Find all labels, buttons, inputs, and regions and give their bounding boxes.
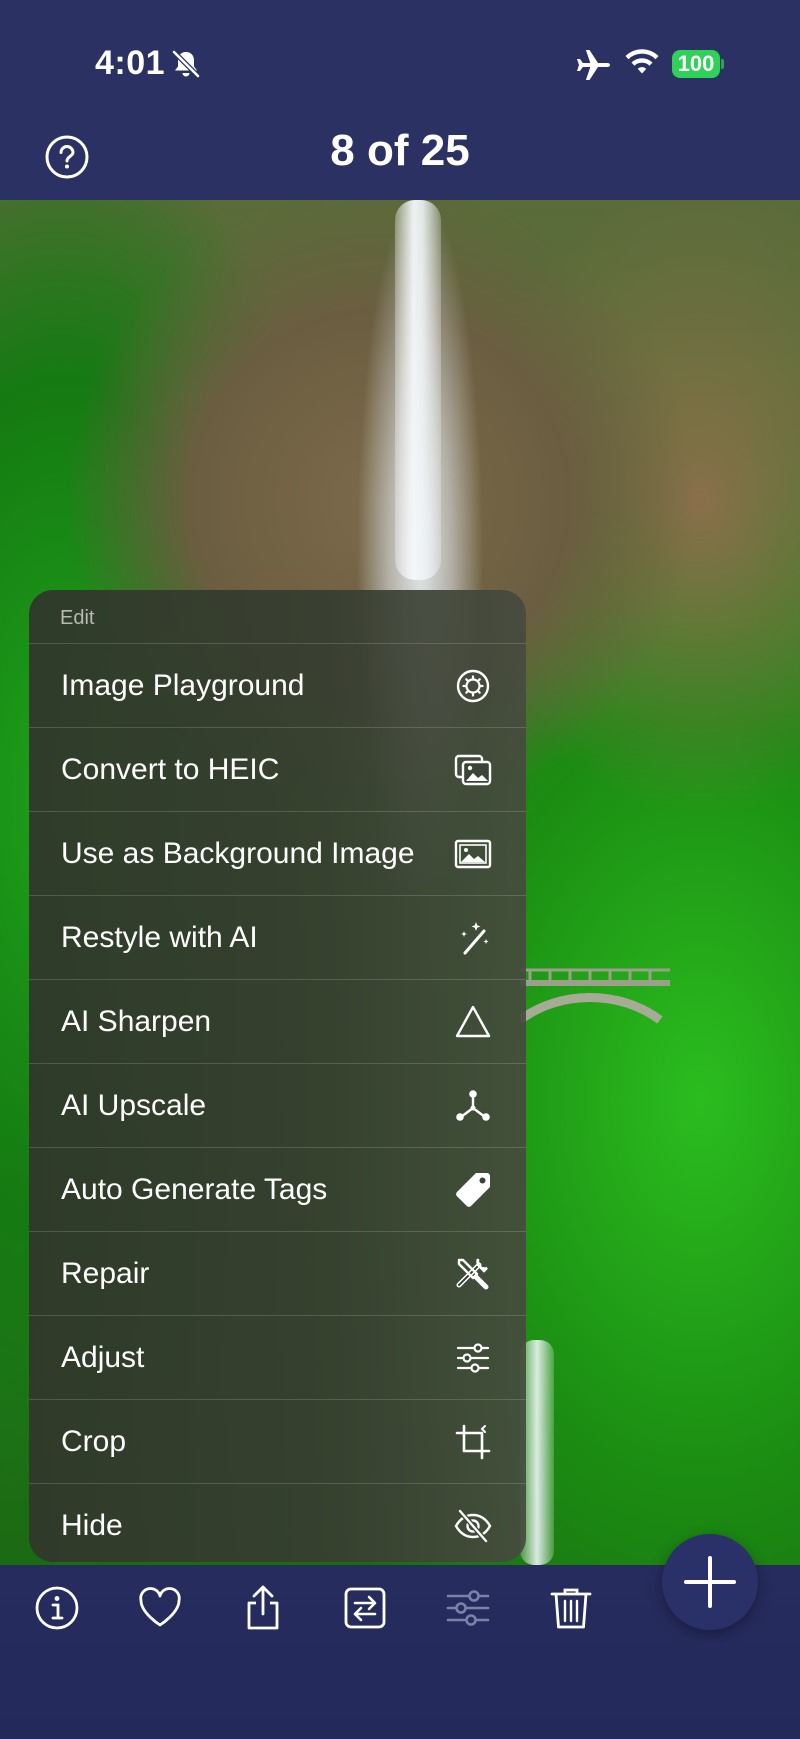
tools-icon — [456, 1258, 489, 1290]
bell-slash-icon — [172, 50, 200, 78]
page-title: 8 of 25 — [330, 126, 470, 175]
magic-wand-icon — [461, 922, 489, 955]
battery-level: 100 — [672, 50, 720, 78]
waterfall-upper — [395, 200, 441, 580]
menu-item-convert-heic[interactable]: Convert to HEIC — [29, 727, 526, 811]
tag-icon — [456, 1173, 490, 1207]
menu-item-label: Restyle with AI — [61, 921, 258, 954]
swap-icon[interactable] — [342, 1585, 388, 1631]
menu-item-label: Convert to HEIC — [61, 753, 280, 786]
menu-item-background-image[interactable]: Use as Background Image — [29, 811, 526, 895]
heart-icon[interactable] — [137, 1585, 183, 1631]
menu-item-repair[interactable]: Repair — [29, 1231, 526, 1315]
menu-item-ai-sharpen[interactable]: AI Sharpen — [29, 979, 526, 1063]
adjust-sliders-icon[interactable] — [445, 1585, 491, 1631]
nodes-icon — [456, 1090, 490, 1121]
menu-item-crop[interactable]: Crop — [29, 1399, 526, 1483]
photos-stack-icon — [454, 754, 492, 786]
bridge — [520, 968, 670, 1024]
image-playground-icon — [456, 669, 490, 703]
menu-header: Edit — [60, 607, 95, 629]
menu-item-label: Hide — [61, 1509, 123, 1542]
add-button[interactable] — [662, 1534, 758, 1630]
edit-menu: Edit Image Playground Convert to HEIC Us… — [29, 590, 526, 1562]
menu-item-ai-upscale[interactable]: AI Upscale — [29, 1063, 526, 1147]
wifi-icon — [625, 49, 659, 74]
crop-icon — [455, 1424, 491, 1460]
menu-item-label: Image Playground — [61, 669, 305, 702]
trash-icon[interactable] — [548, 1585, 594, 1631]
menu-item-label: Use as Background Image — [61, 837, 415, 870]
menu-item-image-playground[interactable]: Image Playground — [29, 643, 526, 727]
eye-slash-icon — [454, 1509, 492, 1543]
menu-item-restyle-ai[interactable]: Restyle with AI — [29, 895, 526, 979]
menu-item-label: Auto Generate Tags — [61, 1173, 328, 1206]
menu-item-label: AI Upscale — [61, 1089, 207, 1122]
sliders-icon — [456, 1343, 490, 1373]
menu-item-label: Crop — [61, 1425, 127, 1458]
menu-item-label: Adjust — [61, 1341, 145, 1374]
info-icon[interactable] — [34, 1585, 80, 1631]
triangle-icon — [455, 1005, 491, 1038]
menu-item-hide[interactable]: Hide — [29, 1483, 526, 1562]
menu-item-label: Repair — [61, 1257, 150, 1290]
status-time: 4:01 — [95, 44, 166, 82]
menu-item-adjust[interactable]: Adjust — [29, 1315, 526, 1399]
battery-icon: 100 — [672, 50, 724, 80]
menu-item-auto-tags[interactable]: Auto Generate Tags — [29, 1147, 526, 1231]
share-icon[interactable] — [240, 1585, 286, 1631]
plus-icon — [684, 1556, 736, 1608]
airplane-icon — [577, 50, 610, 80]
photo-frame-icon — [454, 839, 492, 869]
menu-item-label: AI Sharpen — [61, 1005, 212, 1038]
